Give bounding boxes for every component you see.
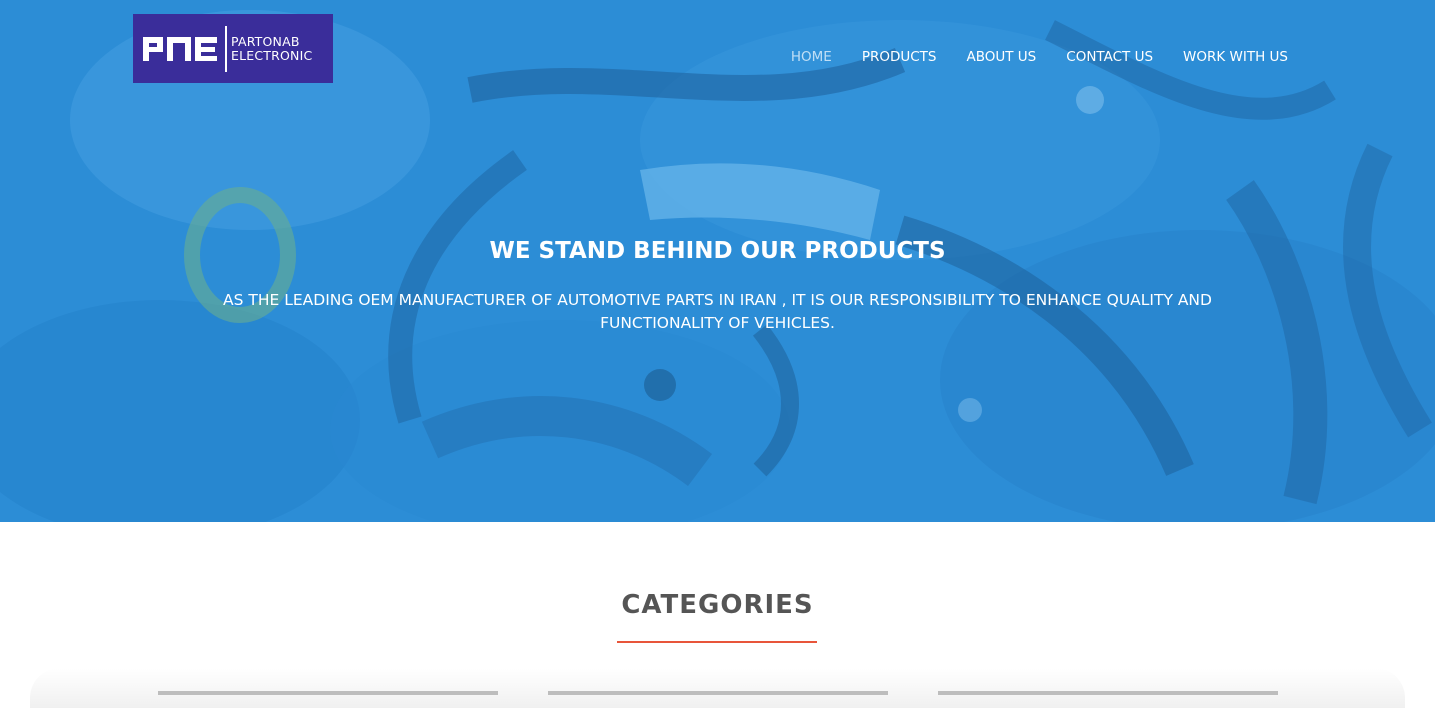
pne-logo-mark-icon (143, 36, 217, 61)
nav-home[interactable]: HOME (791, 47, 832, 67)
brand-name-line1: PARTONAB (231, 33, 300, 49)
category-cards-container (30, 668, 1405, 708)
hero-title: WE STAND BEHIND OUR PRODUCTS (489, 238, 946, 264)
categories-heading: CATEGORIES (621, 590, 814, 620)
brand-logo[interactable]: PARTONAB ELECTRONIC (133, 14, 333, 83)
category-card[interactable] (158, 691, 498, 695)
brand-name-line2: ELECTRONIC (231, 47, 313, 63)
categories-underline (617, 641, 817, 643)
nav-products[interactable]: PRODUCTS (862, 47, 937, 67)
nav-contact-us[interactable]: CONTACT US (1066, 47, 1153, 67)
category-card[interactable] (938, 691, 1278, 695)
nav-work-with-us[interactable]: WORK WITH US (1183, 47, 1288, 67)
logo-divider (225, 25, 227, 72)
category-card[interactable] (548, 691, 888, 695)
main-nav: HOME PRODUCTS ABOUT US CONTACT US WORK W… (761, 47, 1288, 67)
nav-about-us[interactable]: ABOUT US (967, 47, 1037, 67)
hero-subtitle: AS THE LEADING OEM MANUFACTURER OF AUTOM… (223, 291, 1212, 332)
hero-banner: PARTONAB ELECTRONIC HOME PRODUCTS ABOUT … (0, 0, 1435, 522)
brand-name: PARTONAB ELECTRONIC (231, 33, 313, 63)
